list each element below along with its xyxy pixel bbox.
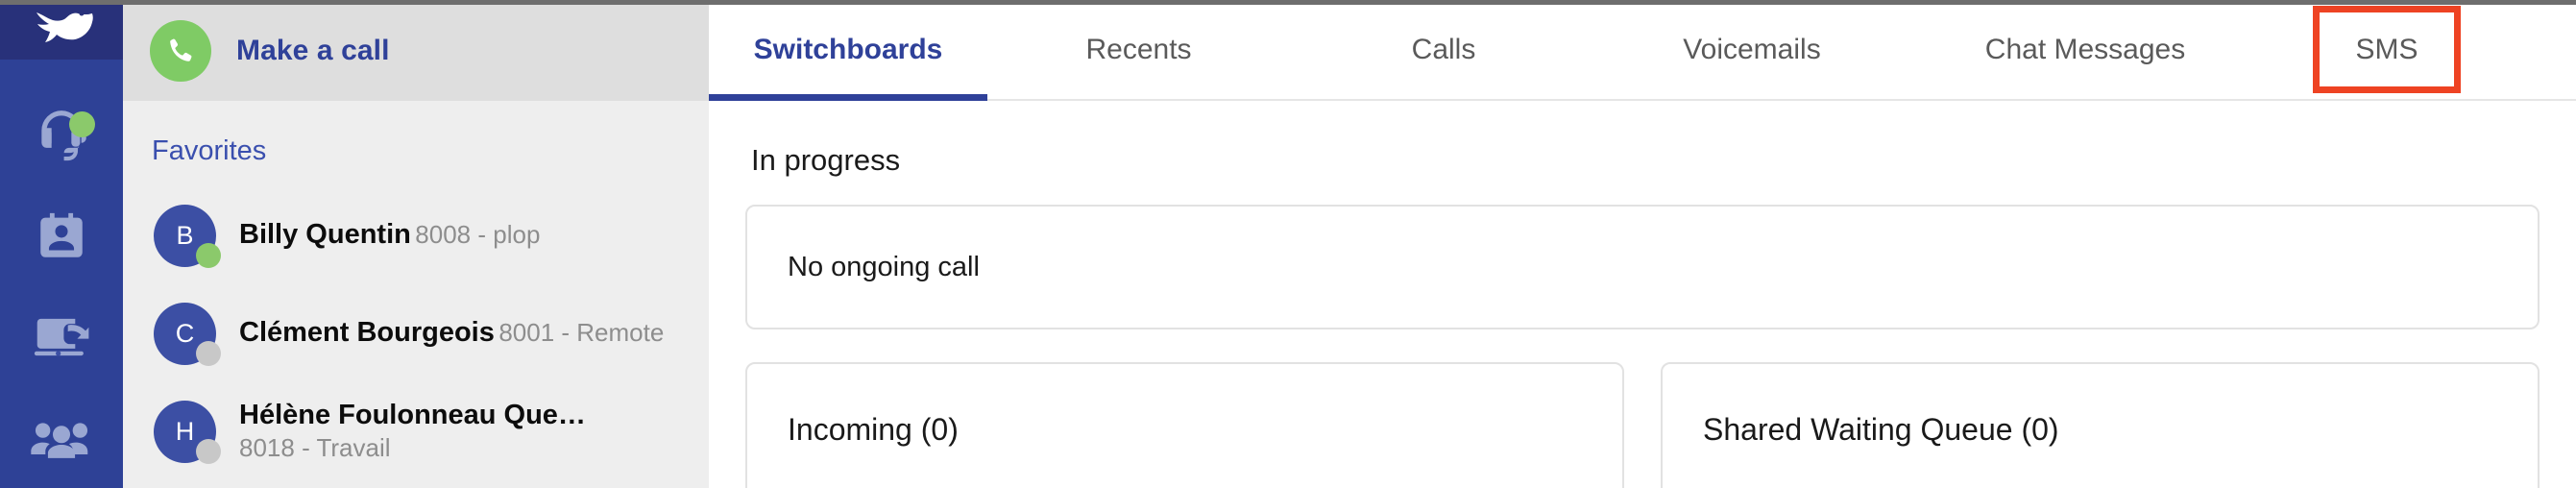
avatar: B — [154, 204, 221, 268]
list-item[interactable]: C Clément Bourgeois 8001 - Remote — [123, 284, 709, 382]
phone-handset-icon — [150, 19, 211, 82]
window-top-border — [0, 0, 2576, 5]
contact-details: Clément Bourgeois 8001 - Remote — [239, 316, 664, 350]
shared-waiting-queue-card[interactable]: Shared Waiting Queue (0) — [1661, 362, 2540, 488]
ongoing-call-card: No ongoing call — [745, 205, 2540, 329]
contact-card-icon — [34, 208, 89, 264]
shared-waiting-queue-title: Shared Waiting Queue (0) — [1703, 412, 2059, 447]
contact-details: Hélène Foulonneau Que… 8018 - Travail — [239, 399, 709, 464]
no-ongoing-call-text: No ongoing call — [788, 251, 980, 282]
people-group-icon — [30, 416, 93, 460]
presence-indicator-offline — [196, 438, 221, 464]
switchboards-panel: In progress No ongoing call Incoming (0)… — [709, 101, 2576, 488]
avatar: H — [154, 400, 221, 464]
dove-logo-icon — [27, 1, 96, 59]
tab-label: Chat Messages — [1984, 33, 2186, 65]
application-window: Make a call Favorites B Billy Quentin 80… — [0, 0, 2576, 488]
sidebar-item-groups[interactable] — [0, 387, 123, 488]
icon-rail-sidebar — [0, 0, 123, 488]
contact-subtitle: 8001 - Remote — [498, 318, 665, 348]
favorites-heading: Favorites — [152, 135, 267, 166]
tab-calls[interactable]: Calls — [1290, 0, 1597, 99]
presence-indicator-offline — [196, 340, 221, 366]
main-tab-bar: Switchboards Recents Calls Voicemails Ch… — [709, 0, 2576, 101]
presence-indicator-available — [69, 111, 95, 137]
favorites-contact-list: B Billy Quentin 8008 - plop C Clément Bo… — [123, 186, 709, 480]
contact-name: Clément Bourgeois — [239, 317, 495, 349]
main-content-area: Switchboards Recents Calls Voicemails Ch… — [709, 0, 2576, 488]
contact-details: Billy Quentin 8008 - plop — [239, 218, 540, 252]
tab-label: SMS — [2355, 33, 2418, 65]
make-a-call-button[interactable]: Make a call — [123, 0, 709, 101]
sidebar-item-phone[interactable] — [0, 85, 123, 185]
app-logo[interactable] — [0, 0, 123, 60]
tab-switchboards[interactable]: Switchboards — [709, 0, 987, 101]
in-progress-heading: In progress — [751, 143, 901, 177]
list-item[interactable]: B Billy Quentin 8008 - plop — [123, 186, 709, 284]
sidebar-item-screen-share[interactable] — [0, 286, 123, 387]
contact-name: Hélène Foulonneau Que… — [239, 400, 586, 431]
tab-voicemails[interactable]: Voicemails — [1597, 0, 1907, 99]
presence-indicator-available — [196, 242, 221, 268]
tab-recents[interactable]: Recents — [987, 0, 1290, 99]
incoming-queue-title: Incoming (0) — [788, 412, 959, 447]
queues-row: Incoming (0) Shared Waiting Queue (0) — [745, 362, 2540, 488]
tab-chat-messages[interactable]: Chat Messages — [1907, 0, 2264, 99]
contact-subtitle: 8008 - plop — [415, 220, 541, 250]
list-item[interactable]: H Hélène Foulonneau Que… 8018 - Travail — [123, 382, 709, 480]
rail-icon-list — [0, 60, 123, 488]
contact-subtitle: 8018 - Travail — [239, 433, 391, 463]
tab-sms[interactable]: SMS — [2313, 6, 2461, 93]
contact-name: Billy Quentin — [239, 219, 411, 251]
tab-label: Switchboards — [753, 33, 943, 65]
tab-label: Recents — [1085, 33, 1192, 65]
make-a-call-label: Make a call — [236, 34, 390, 66]
avatar: C — [154, 302, 221, 366]
tab-label: Calls — [1411, 33, 1476, 65]
tab-label: Voicemails — [1683, 33, 1821, 65]
contacts-panel: Make a call Favorites B Billy Quentin 80… — [123, 0, 709, 488]
screen-share-icon — [32, 309, 91, 365]
sidebar-item-contacts[interactable] — [0, 185, 123, 286]
incoming-queue-card[interactable]: Incoming (0) — [745, 362, 1624, 488]
